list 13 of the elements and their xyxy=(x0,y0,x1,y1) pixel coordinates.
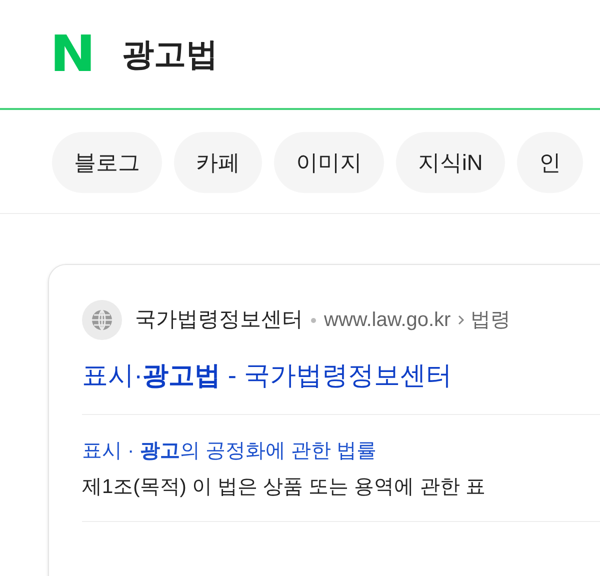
breadcrumb-link[interactable]: 법령 xyxy=(470,305,511,335)
globe-icon xyxy=(82,300,122,340)
result-snippet: 제1조(목적) 이 법은 상품 또는 용역에 관한 표 xyxy=(82,477,486,497)
category-tab[interactable]: 이미지 xyxy=(274,132,384,193)
category-tab[interactable]: 지식iN xyxy=(396,132,505,193)
law-title-link[interactable]: 표시 · 광고의 공정화에 관한 법률 xyxy=(82,441,600,461)
site-url[interactable]: www.law.go.kr xyxy=(324,305,451,335)
category-tab[interactable]: 카페 xyxy=(174,132,262,193)
result-title-link[interactable]: 표시·광고법 - 국가법령정보센터 xyxy=(82,362,600,388)
category-tab[interactable]: 인 xyxy=(516,132,583,193)
site-name[interactable]: 국가법령정보센터 xyxy=(135,304,303,336)
category-tab[interactable]: 블로그 xyxy=(52,132,162,193)
search-query: 광고법 xyxy=(122,38,218,70)
